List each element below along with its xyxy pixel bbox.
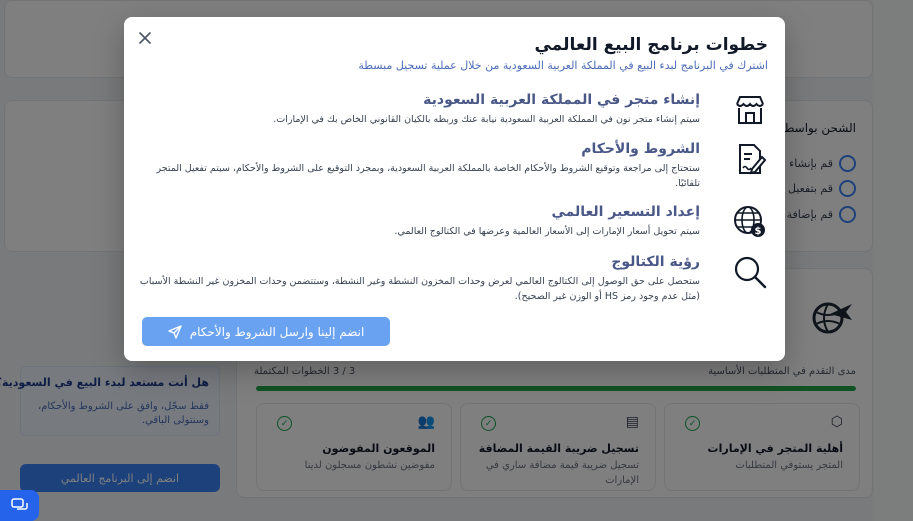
step-title: إنشاء متجر في المملكة العربية السعودية	[423, 92, 700, 108]
send-icon	[168, 324, 182, 339]
contract-sign-icon	[739, 144, 767, 175]
step-title: رؤية الكتالوج	[611, 254, 700, 270]
step-description: ستحصل على حق الوصول إلى الكتالوج العالمي…	[139, 276, 700, 302]
join-and-send-terms-button[interactable]: انضم إلينا وارسل الشروط والأحكام	[142, 317, 390, 346]
step-description: سيتم تحويل أسعار الإمارات إلى الأسعار ال…	[394, 226, 700, 237]
close-button[interactable]	[136, 29, 154, 47]
globe-dollar-icon: $	[734, 206, 765, 237]
cta-label: انضم إلينا وارسل الشروط والأحكام	[189, 324, 365, 339]
svg-text:$: $	[755, 226, 762, 237]
chat-icon	[10, 497, 28, 510]
close-icon	[139, 32, 151, 44]
chat-button[interactable]	[0, 490, 39, 521]
step-title: إعداد التسعير العالمي	[551, 204, 700, 220]
step-description: سيتم إنشاء متجر نون في المملكة العربية ا…	[273, 114, 700, 125]
modal-title: خطوات برنامج البيع العالمي	[534, 35, 768, 55]
store-icon	[736, 96, 764, 124]
magnifier-icon	[734, 256, 767, 289]
step-description: ستحتاج إلى مراجعة وتوقيع الشروط والأحكام…	[156, 163, 701, 189]
step-title: الشروط والأحكام	[581, 141, 700, 157]
global-program-modal: خطوات برنامج البيع العالمي اشترك في البر…	[124, 17, 785, 361]
modal-subtitle: اشترك في البرنامج لبدء البيع في المملكة …	[358, 59, 768, 72]
